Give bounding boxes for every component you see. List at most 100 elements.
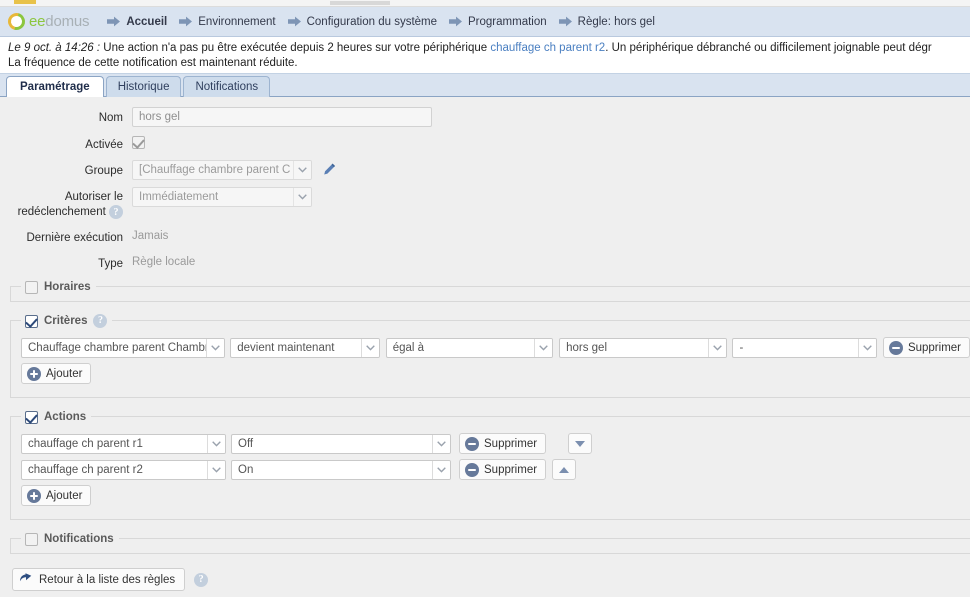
browser-tab-ghost (14, 0, 36, 4)
label-type: Type (98, 258, 123, 271)
arrow-right-icon (449, 16, 463, 27)
arrow-right-icon (107, 16, 121, 27)
action-delete-label: Supprimer (484, 463, 538, 476)
criteria-event-select[interactable]: devient maintenant (230, 337, 380, 358)
chevron-down-icon (207, 460, 225, 479)
minus-circle-icon (465, 436, 479, 451)
criteres-body: Chauffage chambre parent Chambr devient … (11, 321, 970, 385)
actions-add-row: Ajouter (21, 485, 970, 507)
criteria-device-select[interactable]: Chauffage chambre parent Chambr (21, 337, 226, 358)
back-to-rules-button[interactable]: Retour à la liste des règles (12, 568, 186, 592)
tab-notifications[interactable]: Notifications (183, 76, 271, 97)
action-move-down-button[interactable] (568, 433, 593, 455)
chevron-down-icon (360, 338, 379, 357)
minus-circle-icon (465, 462, 479, 477)
nav-item-environnement[interactable]: Environnement (179, 16, 276, 28)
notifications-legend-text: Notifications (44, 532, 114, 545)
chevron-down-icon (534, 338, 553, 357)
chevron-down-icon (432, 460, 450, 479)
logo-ring-icon (4, 9, 29, 34)
chevron-down-icon (707, 338, 726, 357)
criteria-extra-select[interactable]: - (732, 337, 877, 358)
criteria-extra-value: - (739, 341, 744, 354)
help-icon[interactable]: ? (194, 572, 209, 587)
section-horaires: Horaires (10, 279, 970, 303)
type-value: Règle locale (132, 256, 196, 269)
section-criteres-legend: Critères ? (21, 313, 113, 329)
criteria-value-select[interactable]: hors gel (559, 337, 727, 358)
criteres-add-button[interactable]: Ajouter (21, 363, 92, 385)
nav-label: Règle: hors gel (577, 15, 655, 28)
action-move-up-button[interactable] (552, 459, 577, 481)
action-delete-button[interactable]: Supprimer (459, 433, 547, 455)
back-arrow-icon (20, 573, 32, 582)
chevron-down-icon (293, 161, 311, 179)
redeclenchement-select-value: Immédiatement (139, 191, 219, 203)
eedomus-logo[interactable]: eedomus (4, 9, 90, 34)
action-state-select[interactable]: On (231, 459, 451, 480)
redeclenchement-select[interactable]: Immédiatement (132, 187, 312, 207)
nav-label: Configuration du système (306, 15, 438, 28)
criteria-delete-button[interactable]: Supprimer (882, 337, 970, 359)
help-icon[interactable]: ? (109, 205, 123, 219)
criteria-delete-label: Supprimer (907, 341, 962, 354)
field-row-activee: Activée (0, 134, 970, 153)
logo-wordmark: eedomus (29, 13, 90, 30)
field-row-type: Type Règle locale (0, 253, 970, 272)
edit-pencil-icon[interactable] (321, 162, 337, 178)
help-icon[interactable]: ? (93, 313, 108, 328)
label-redeclenchement-line1: Autoriser le (64, 191, 123, 203)
nav-item-programmation[interactable]: Programmation (449, 16, 547, 28)
plus-circle-icon (27, 488, 41, 503)
label-activee: Activée (85, 139, 123, 151)
label-redeclenchement: Autoriser le redéclenchement ? (0, 187, 132, 220)
derniere-execution-value: Jamais (132, 230, 169, 243)
nav-label: Accueil (126, 15, 168, 28)
tab-parametrage[interactable]: Paramétrage (6, 76, 104, 97)
action-device-select[interactable]: chauffage ch parent r2 (21, 459, 226, 480)
action-state-select[interactable]: Off (231, 433, 451, 454)
notification-text-before: Une action n'a pas pu être exécutée depu… (100, 42, 491, 54)
actions-body: chauffage ch parent r1 Off Supprimer cha… (11, 417, 970, 507)
notifications-checkbox[interactable] (25, 533, 38, 547)
action-delete-button[interactable]: Supprimer (459, 459, 547, 481)
groupe-select[interactable]: [Chauffage chambre parent C (132, 160, 312, 180)
action-device-value: chauffage ch parent r1 (28, 437, 143, 450)
criteria-value-value: hors gel (566, 341, 608, 354)
section-notifications-legend: Notifications (21, 531, 119, 547)
criteres-add-label: Ajouter (46, 367, 83, 380)
arrow-right-icon (287, 16, 301, 27)
criteres-checkbox[interactable] (25, 315, 38, 329)
nav-label: Programmation (468, 15, 547, 28)
rule-settings-page: Nom Activée Groupe [Chauffage chambre pa… (0, 97, 970, 597)
nav-item-configuration-systeme[interactable]: Configuration du système (287, 15, 438, 28)
criteres-legend-text: Critères (44, 314, 88, 327)
browser-addressbar-ghost (330, 1, 390, 5)
nom-input[interactable] (132, 107, 432, 127)
action-device-select[interactable]: chauffage ch parent r1 (21, 433, 226, 454)
nav-item-regle-hors-gel[interactable]: Règle: hors gel (558, 15, 655, 28)
arrow-right-icon (558, 16, 572, 27)
action-state-value: Off (238, 437, 254, 450)
tab-historique[interactable]: Historique (105, 76, 182, 97)
actions-checkbox[interactable] (25, 411, 38, 425)
actions-add-button[interactable]: Ajouter (21, 485, 92, 507)
field-row-redeclenchement: Autoriser le redéclenchement ? Immédiate… (0, 187, 970, 220)
field-row-nom: Nom (0, 107, 970, 127)
device-link[interactable]: chauffage ch parent r2 (490, 42, 605, 54)
chevron-down-icon (207, 434, 225, 453)
action-state-value: On (238, 463, 254, 476)
horaires-checkbox[interactable] (25, 281, 38, 295)
notification-date: Le 9 oct. à 14:26 : (8, 42, 101, 54)
activee-checkbox[interactable] (132, 136, 145, 149)
chevron-down-icon (857, 338, 876, 357)
logo-text-part2: domus (45, 13, 90, 30)
back-to-rules-label: Retour à la liste des règles (39, 573, 176, 586)
criteria-operator-select[interactable]: égal à (385, 337, 554, 358)
action-device-value: chauffage ch parent r2 (28, 463, 143, 476)
tab-strip: Paramétrage Historique Notifications (0, 74, 970, 97)
nav-item-accueil[interactable]: Accueil (107, 16, 167, 28)
label-nom: Nom (98, 112, 123, 124)
label-derniere-execution: Dernière exécution (26, 232, 123, 245)
notification-banner: Le 9 oct. à 14:26 : Une action n'a pas p… (0, 37, 970, 74)
